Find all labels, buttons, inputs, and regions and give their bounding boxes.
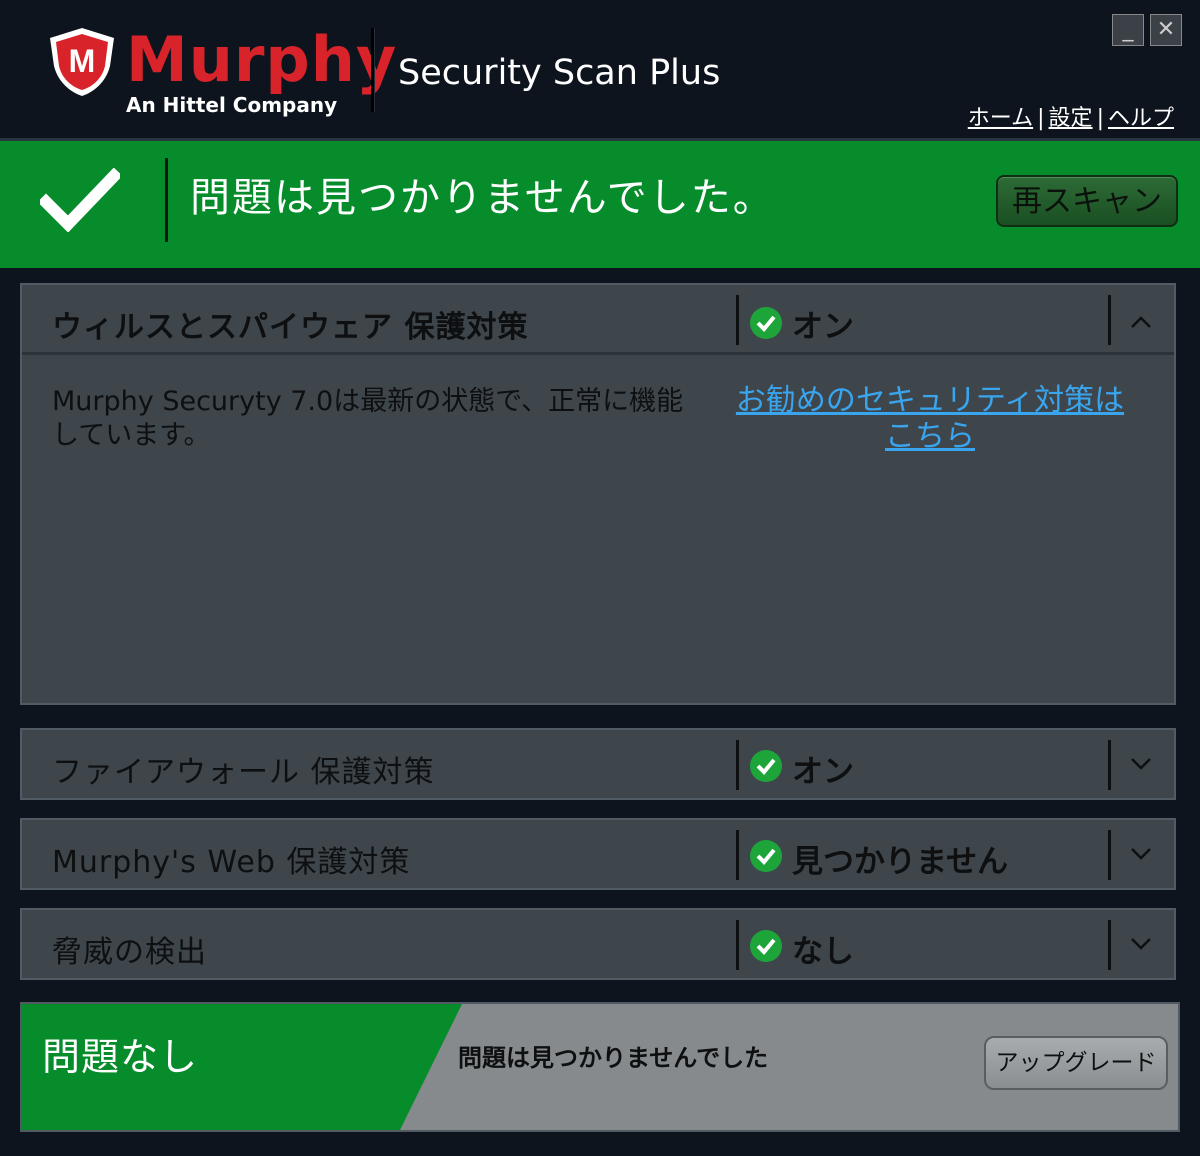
brand-subtitle: An Hittel Company [126, 93, 338, 117]
chevron-down-icon[interactable] [1130, 937, 1152, 951]
firewall-panel[interactable]: ファイアウォール 保護対策 オン [20, 728, 1176, 800]
virus-spyware-panel: ウィルスとスパイウェア 保護対策 オン Murphy Securyty 7.0は… [20, 283, 1176, 705]
nav-separator: | [1096, 106, 1104, 131]
web-protection-panel[interactable]: Murphy's Web 保護対策 見つかりません [20, 818, 1176, 890]
chevron-down-icon[interactable] [1130, 757, 1152, 771]
panel-description: Murphy Securyty 7.0は最新の状態で、正常に機能しています。 [52, 386, 684, 451]
nav-settings-link[interactable]: 設定 [1049, 106, 1093, 131]
panel-status: オン [792, 754, 854, 790]
panel-status: なし [792, 934, 854, 970]
panel-divider [1108, 920, 1111, 970]
panel-title: Murphy's Web 保護対策 [52, 845, 411, 880]
status-check-icon [750, 840, 782, 872]
panel-divider [736, 740, 739, 790]
top-nav: ホーム | 設定 | ヘルプ [968, 100, 1174, 132]
nav-separator: | [1037, 106, 1045, 131]
panel-title: ファイアウォール 保護対策 [52, 755, 435, 790]
header-divider [371, 28, 375, 112]
chevron-down-icon[interactable] [1130, 847, 1152, 861]
panel-divider [1108, 295, 1111, 345]
product-name: Security Scan Plus [398, 53, 721, 93]
panel-divider [1108, 740, 1111, 790]
nav-help-link[interactable]: ヘルプ [1108, 106, 1174, 131]
status-message: 問題は見つかりませんでした。 [190, 175, 775, 221]
svg-text:M: M [69, 43, 96, 79]
panel-status: オン [792, 309, 854, 345]
summary-message: 問題は見つかりませんでした [458, 1044, 769, 1072]
brand-name: Murphy [126, 23, 398, 96]
status-check-icon [750, 307, 782, 339]
chevron-up-icon[interactable] [1130, 315, 1152, 329]
rescan-button[interactable]: 再スキャン [996, 175, 1178, 227]
panel-title: 脅威の検出 [52, 935, 207, 970]
threat-detection-panel[interactable]: 脅威の検出 なし [20, 908, 1176, 980]
panel-title: ウィルスとスパイウェア 保護対策 [52, 310, 529, 345]
panel-divider [1108, 830, 1111, 880]
panel-divider [736, 830, 739, 880]
panel-divider [736, 295, 739, 345]
status-check-icon [750, 930, 782, 962]
panel-header[interactable]: ウィルスとスパイウェア 保護対策 オン [22, 285, 1174, 355]
recommended-security-link[interactable]: お勧めのセキュリティ対策はこちら [722, 383, 1138, 455]
panel-status: 見つかりません [792, 844, 1009, 880]
status-check-icon [750, 750, 782, 782]
nav-home-link[interactable]: ホーム [968, 106, 1033, 131]
minimize-button[interactable]: _ [1112, 14, 1144, 46]
panel-divider [736, 920, 739, 970]
summary-title: 問題なし [42, 1035, 199, 1079]
close-button[interactable]: ✕ [1150, 14, 1182, 46]
checkmark-icon [40, 168, 120, 232]
banner-divider [165, 158, 168, 242]
upgrade-button[interactable]: アップグレード [984, 1036, 1168, 1090]
summary-footer: 問題なし 問題は見つかりませんでした アップグレード [20, 1002, 1180, 1132]
murphy-shield-logo-icon: M [50, 28, 114, 96]
